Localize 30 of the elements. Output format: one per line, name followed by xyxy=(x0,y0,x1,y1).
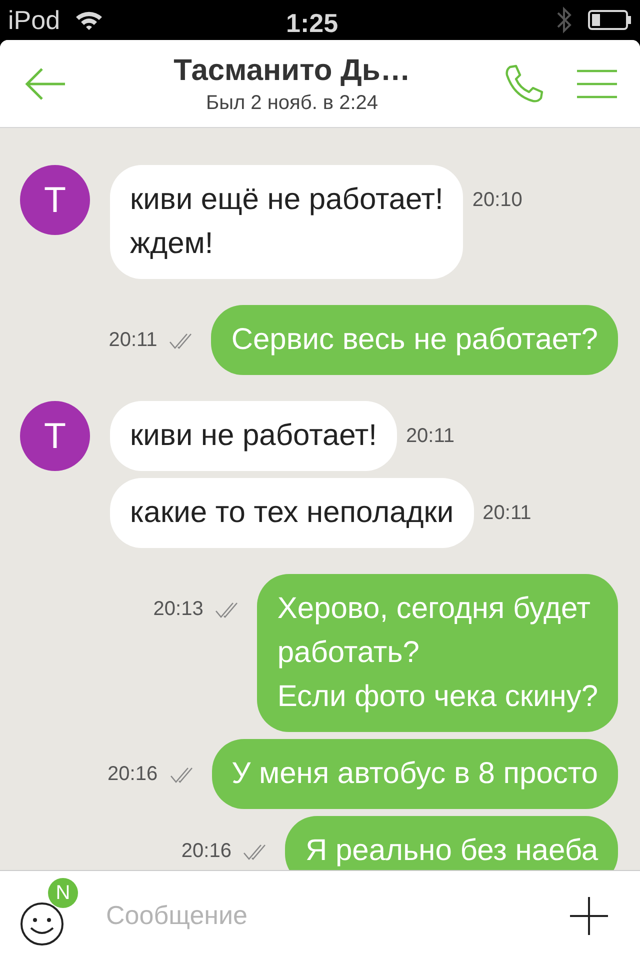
wifi-icon xyxy=(74,9,104,31)
plus-icon xyxy=(570,896,608,934)
back-arrow-icon xyxy=(24,66,66,100)
message-time: 20:10 xyxy=(472,188,522,212)
message-time: 20:11 xyxy=(108,328,158,352)
message-time: 20:11 xyxy=(482,501,532,525)
bluetooth-icon xyxy=(556,5,572,35)
clock-label: 1:25 xyxy=(286,7,338,40)
outgoing-message-bubble: Сервис весь не работает? xyxy=(211,305,618,375)
carrier-label: iPod xyxy=(8,4,60,36)
battery-icon xyxy=(588,9,632,31)
message-time: 20:13 xyxy=(153,597,204,621)
incoming-message-bubble: киви не работает! xyxy=(110,401,397,471)
contact-name: Тасманито Дь… xyxy=(174,52,410,88)
last-seen-label: Был 2 нояб. в 2:24 xyxy=(206,90,378,116)
outgoing-message-bubble: У меня автобус в 8 просто xyxy=(212,739,618,809)
phone-icon xyxy=(504,64,544,104)
outgoing-message-bubble: Я реально без наеба xyxy=(285,816,618,870)
outgoing-message-bubble: Херово, сегодня будет работать? Если фото чека скину? xyxy=(257,574,618,732)
incoming-message-bubble: какие то тех неполадки xyxy=(110,478,474,548)
message-time: 20:16 xyxy=(181,839,232,863)
new-badge: N xyxy=(48,878,78,908)
message-time: 20:16 xyxy=(108,762,158,786)
menu-icon xyxy=(577,68,617,98)
emoji-button[interactable] xyxy=(20,902,64,946)
message-time: 20:11 xyxy=(406,424,455,448)
incoming-message-bubble: киви ещё не работает! ждем! xyxy=(110,165,464,279)
avatar[interactable]: Т xyxy=(20,165,90,235)
avatar[interactable]: Т xyxy=(20,401,90,471)
smiley-icon xyxy=(20,902,64,946)
